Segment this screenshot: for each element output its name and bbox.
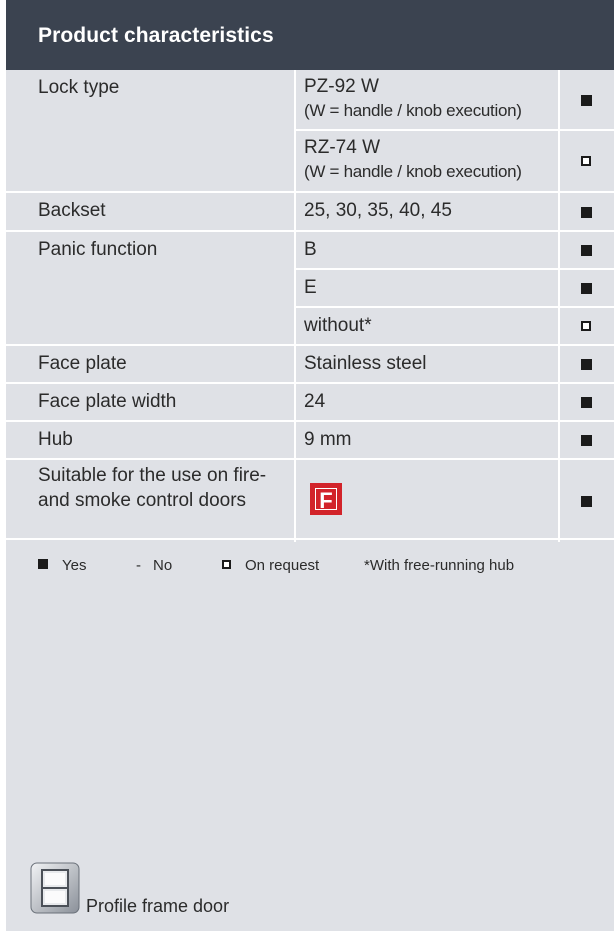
yes-square-icon xyxy=(581,283,592,294)
yes-square-icon xyxy=(581,359,592,370)
table-bottom-divider xyxy=(6,538,614,540)
table-row-hub: Hub 9 mm xyxy=(6,422,614,460)
product-characteristics-panel: Product characteristics Lock type PZ-92 … xyxy=(6,0,614,931)
value-text: 25, 30, 35, 40, 45 xyxy=(304,200,452,221)
yes-square-icon xyxy=(38,559,48,569)
legend-note: *With free-running hub xyxy=(364,557,515,574)
panel-header: Product characteristics xyxy=(6,0,614,70)
value-line2: (W = handle / knob execution) xyxy=(304,101,522,120)
yes-square-icon xyxy=(581,94,592,106)
value-text: without* xyxy=(304,315,372,336)
value-row: PZ-92 W (W = handle / knob execution) xyxy=(296,70,614,131)
yes-square-icon xyxy=(581,245,592,256)
value-text: RZ-74 W (W = handle / knob execution) xyxy=(304,136,522,184)
legend-yes: Yes xyxy=(38,557,86,574)
legend-on-request: On request xyxy=(222,557,319,574)
value-line2: (W = handle / knob execution) xyxy=(304,162,522,181)
on-request-square-icon xyxy=(222,560,231,569)
row-label: Face plate width xyxy=(38,391,177,412)
value-text: Stainless steel xyxy=(304,353,427,374)
value-text: PZ-92 W (W = handle / knob execution) xyxy=(304,75,522,123)
legend: Yes - No On request *With free-running hu… xyxy=(38,557,598,579)
profile-frame-door-icon xyxy=(30,862,80,914)
fire-protection-badge: F xyxy=(310,483,342,515)
legend-on-request-label: On request xyxy=(245,557,320,574)
characteristics-table: Lock type PZ-92 W (W = handle / knob exe… xyxy=(6,70,614,542)
legend-yes-label: Yes xyxy=(62,557,87,574)
table-row-face-plate-width: Face plate width 24 xyxy=(6,384,614,422)
row-label: Panic function xyxy=(38,239,158,260)
value-text: 24 xyxy=(304,391,326,412)
row-label: Hub xyxy=(38,429,73,450)
no-dash-icon: - xyxy=(136,557,141,574)
row-label-cell: Lock type xyxy=(6,70,296,191)
header-title: Product characteristics xyxy=(38,24,274,47)
on-request-square-icon xyxy=(581,321,591,331)
value-text: E xyxy=(304,277,317,298)
row-label: Lock type xyxy=(38,77,120,98)
legend-no-label: No xyxy=(153,557,173,574)
value-line1: PZ-92 W xyxy=(304,76,379,97)
fire-badge-letter: F xyxy=(315,488,337,513)
yes-square-icon xyxy=(581,206,592,218)
value-line1: RZ-74 W xyxy=(304,137,380,158)
value-text: B xyxy=(304,239,317,260)
table-row-panic-function: Panic function B E without* xyxy=(6,232,614,346)
table-row-lock-type: Lock type PZ-92 W (W = handle / knob exe… xyxy=(6,70,614,193)
table-row-face-plate: Face plate Stainless steel xyxy=(6,346,614,384)
row-label: Backset xyxy=(38,200,106,221)
yes-square-icon xyxy=(581,496,592,507)
table-row-backset: Backset 25, 30, 35, 40, 45 xyxy=(6,193,614,232)
row-label: Face plate xyxy=(38,353,127,374)
yes-square-icon xyxy=(581,435,592,446)
row-label: Suitable for the use on fire- and smoke … xyxy=(38,465,267,511)
legend-no: - No xyxy=(136,557,172,574)
yes-square-icon xyxy=(581,397,592,408)
table-row-fire-smoke-doors: Suitable for the use on fire- and smoke … xyxy=(6,460,614,542)
value-text: 9 mm xyxy=(304,429,352,450)
on-request-square-icon xyxy=(581,156,591,166)
value-row: RZ-74 W (W = handle / knob execution) xyxy=(296,131,614,191)
door-type-label: Profile frame door xyxy=(86,896,230,916)
